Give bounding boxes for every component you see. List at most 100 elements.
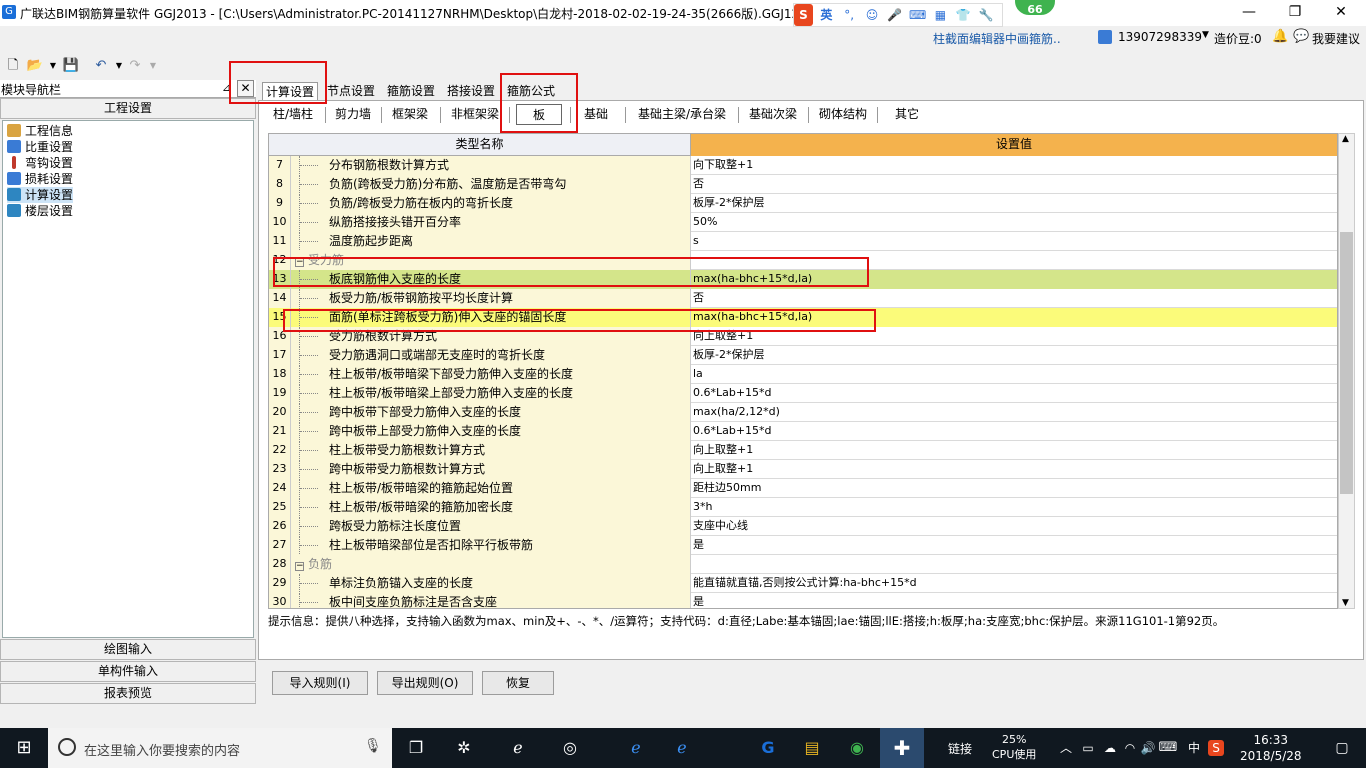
shirt-icon[interactable]: 👕 (954, 4, 973, 26)
export-rules-button[interactable]: 导出规则(O) (377, 671, 473, 695)
phone-account[interactable]: 13907298339 (1118, 30, 1202, 44)
close-button[interactable]: ✕ (1318, 0, 1364, 26)
browser360-icon[interactable]: ◉ (845, 736, 869, 760)
emoji-icon[interactable]: ☺ (862, 4, 881, 26)
row-value-cell[interactable]: 否 (691, 175, 1337, 194)
scroll-down-icon[interactable]: ▼ (1342, 598, 1349, 608)
ime-toolbar[interactable]: S 英 °, ☺ 🎤 ⌨ ▦ 👕 🔧 (793, 3, 1003, 27)
restore-button[interactable]: ❐ (1272, 0, 1318, 26)
table-row[interactable]: 14 板受力筋/板带钢筋按平均长度计算 否 (269, 289, 1337, 308)
tab-lap-settings[interactable]: 搭接设置 (444, 82, 498, 102)
tree-item-calc[interactable]: 计算设置 (7, 187, 74, 203)
scroll-up-icon[interactable]: ▲ (1342, 134, 1349, 144)
nav-section-drawing[interactable]: 绘图输入 (0, 639, 256, 660)
import-rules-button[interactable]: 导入规则(I) (272, 671, 368, 695)
row-value-cell[interactable]: 板厚-2*保护层 (691, 194, 1337, 213)
tab-shear-wall[interactable]: 剪力墙 (329, 104, 377, 125)
chevron-up-icon[interactable]: ︿ (1054, 736, 1078, 760)
collapse-icon[interactable]: − (295, 562, 304, 571)
save-icon[interactable]: 💾 (62, 57, 80, 75)
row-value-cell[interactable]: 能直锚就直锚,否则按公式计算:ha-bhc+15*d (691, 574, 1337, 593)
sogou-tray-icon[interactable]: S (1208, 740, 1224, 756)
table-row[interactable]: 8 负筋(跨板受力筋)分布筋、温度筋是否带弯勾 否 (269, 175, 1337, 194)
row-value-cell[interactable]: 向上取整+1 (691, 460, 1337, 479)
tree-item-hook[interactable]: 弯钩设置 (7, 155, 73, 171)
grid-icon[interactable]: ▦ (931, 4, 950, 26)
clock[interactable]: 16:33 2018/5/28 (1240, 732, 1302, 764)
table-row[interactable]: 29 单标注负筋锚入支座的长度 能直锚就直锚,否则按公式计算:ha-bhc+15*d (269, 574, 1337, 593)
table-row[interactable]: 21 跨中板带上部受力筋伸入支座的长度 0.6*Lab+15*d (269, 422, 1337, 441)
table-row[interactable]: 25 柱上板带/板带暗梁的箍筋加密长度 3*h (269, 498, 1337, 517)
table-row[interactable]: 17 受力筋遇洞口或端部无支座时的弯折长度 板厚-2*保护层 (269, 346, 1337, 365)
nav-section-report[interactable]: 报表预览 (0, 683, 256, 704)
nav-section-project-settings[interactable]: 工程设置 (0, 98, 256, 119)
row-value-cell[interactable]: 3*h (691, 498, 1337, 517)
ime-lang[interactable]: 英 (817, 4, 836, 26)
tree-item-weight[interactable]: 比重设置 (7, 139, 73, 155)
row-value-cell[interactable]: max(ha/2,12*d) (691, 403, 1337, 422)
undo-icon[interactable]: ↶ (92, 57, 110, 75)
row-value-cell[interactable]: 是 (691, 536, 1337, 555)
nav-section-single-component[interactable]: 单构件输入 (0, 661, 256, 682)
ime-indicator[interactable]: 中 (1182, 736, 1206, 760)
editor-hint-link[interactable]: 柱截面编辑器中画箍筋.. (933, 30, 1061, 47)
wrench-icon[interactable]: 🔧 (977, 4, 996, 26)
row-value-cell[interactable]: 向上取整+1 (691, 441, 1337, 460)
row-value-cell[interactable] (691, 555, 1337, 574)
table-row[interactable]: 19 柱上板带/板带暗梁上部受力筋伸入支座的长度 0.6*Lab+15*d (269, 384, 1337, 403)
open-folder-icon[interactable]: 📂 (26, 57, 44, 75)
scrollbar-thumb[interactable] (1340, 232, 1353, 494)
table-row[interactable]: 20 跨中板带下部受力筋伸入支座的长度 max(ha/2,12*d) (269, 403, 1337, 422)
row-value-cell[interactable]: 0.6*Lab+15*d (691, 384, 1337, 403)
spiral-app-icon[interactable]: ◎ (558, 736, 582, 760)
tree-item-floor[interactable]: 楼层设置 (7, 203, 73, 219)
table-row[interactable]: 23 跨中板带受力筋根数计算方式 向上取整+1 (269, 460, 1337, 479)
punctuation-icon[interactable]: °, (840, 4, 859, 26)
category-row[interactable]: 28− 负筋 (269, 555, 1337, 574)
bell-icon[interactable]: 🔔 (1272, 29, 1288, 44)
tab-node-settings[interactable]: 节点设置 (324, 82, 378, 102)
tab-foundation-main-beam[interactable]: 基础主梁/承台梁 (633, 104, 731, 125)
chevron-down-icon[interactable]: ▼ (1202, 30, 1209, 40)
suggest-link[interactable]: 我要建议 (1312, 30, 1360, 47)
table-row[interactable]: 11 温度筋起步距离 s (269, 232, 1337, 251)
link-label[interactable]: 链接 (948, 740, 972, 757)
row-value-cell[interactable]: la (691, 365, 1337, 384)
battery-icon[interactable]: ▭ (1076, 736, 1100, 760)
table-row[interactable]: 24 柱上板带/板带暗梁的箍筋起始位置 距柱边50mm (269, 479, 1337, 498)
ggj-app-icon[interactable]: ✚ (880, 728, 924, 768)
table-row[interactable]: 10 纵筋搭接接头错开百分率 50% (269, 213, 1337, 232)
keyboard-icon[interactable]: ⌨ (1156, 736, 1180, 760)
edge-icon[interactable]: ℯ (624, 736, 648, 760)
chevron-down-icon[interactable]: ▼ (44, 57, 62, 75)
tab-other[interactable]: 其它 (885, 104, 929, 125)
pinwheel-icon[interactable]: ✲ (452, 736, 476, 760)
keyboard-icon[interactable]: ⌨ (908, 4, 927, 26)
tab-nonframe-beam[interactable]: 非框架梁 (444, 104, 506, 125)
new-file-icon[interactable]: 🗋 (4, 57, 22, 75)
notification-icon[interactable]: ▢ (1330, 736, 1354, 760)
row-value-cell[interactable]: 支座中心线 (691, 517, 1337, 536)
row-value-cell[interactable]: 0.6*Lab+15*d (691, 422, 1337, 441)
table-row[interactable]: 7 分布钢筋根数计算方式 向下取整+1 (269, 156, 1337, 175)
restore-button-default[interactable]: 恢复 (482, 671, 554, 695)
mic-icon[interactable]: 🎙 (364, 738, 382, 754)
row-value-cell[interactable]: 50% (691, 213, 1337, 232)
row-value-cell[interactable]: 距柱边50mm (691, 479, 1337, 498)
tab-stirrup-settings[interactable]: 箍筋设置 (384, 82, 438, 102)
table-row[interactable]: 9 负筋/跨板受力筋在板内的弯折长度 板厚-2*保护层 (269, 194, 1337, 213)
table-row[interactable]: 30 板中间支座负筋标注是否含支座 是 (269, 593, 1337, 608)
notes-icon[interactable]: ▤ (800, 736, 824, 760)
windows-start-icon[interactable]: ⊞ (12, 736, 36, 760)
tab-column-wall[interactable]: 柱/墙柱 (265, 104, 321, 125)
tab-foundation-secondary-beam[interactable]: 基础次梁 (745, 104, 801, 125)
tab-masonry[interactable]: 砌体结构 (815, 104, 871, 125)
table-row[interactable]: 22 柱上板带受力筋根数计算方式 向上取整+1 (269, 441, 1337, 460)
table-row[interactable]: 18 柱上板带/板带暗梁下部受力筋伸入支座的长度 la (269, 365, 1337, 384)
chevron-down-icon[interactable]: ▼ (144, 57, 162, 75)
task-view-icon[interactable]: ❐ (404, 736, 428, 760)
row-value-cell[interactable]: 向下取整+1 (691, 156, 1337, 175)
row-value-cell[interactable]: 是 (691, 593, 1337, 608)
tree-item-loss[interactable]: 损耗设置 (7, 171, 73, 187)
taskbar-search[interactable]: 在这里输入你要搜索的内容 🎙 (48, 728, 392, 768)
